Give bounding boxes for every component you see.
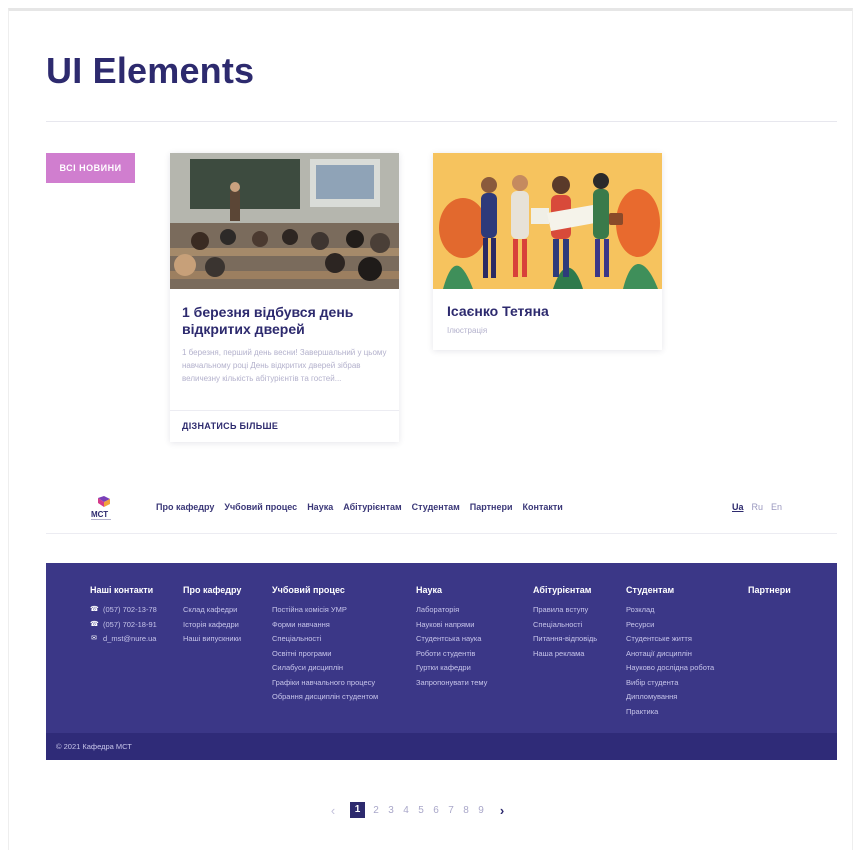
pagination-page[interactable]: 7 xyxy=(447,805,455,816)
pagination: ‹ 1 2 3 4 5 6 7 8 9 › xyxy=(329,802,506,818)
footer: Наші контакти ☎ (057) 702-13-78 ☎ (057) 70… xyxy=(46,563,837,733)
footer-heading: Учбовий процес xyxy=(272,585,345,595)
illustration-card-subtitle: Ілюстрація xyxy=(447,326,488,335)
footer-bottom-bar: © 2021 Кафедра МСТ xyxy=(46,733,837,760)
footer-col-applicants: Абітурієнтам Правила вступу Спеціальност… xyxy=(533,585,597,661)
footer-link[interactable]: Дипломування xyxy=(626,690,714,705)
footer-link[interactable]: Силабуси дисциплін xyxy=(272,661,378,676)
svg-text:МСТ: МСТ xyxy=(91,510,108,519)
footer-link[interactable]: Графіки навчального процесу xyxy=(272,676,378,691)
footer-link[interactable]: Спеціальності xyxy=(272,632,378,647)
footer-heading: Абітурієнтам xyxy=(533,585,592,595)
footer-link[interactable]: Освітні програми xyxy=(272,647,378,662)
pagination-page[interactable]: 2 xyxy=(372,805,380,816)
phone-icon: ☎ xyxy=(90,620,99,628)
read-more-link[interactable]: ДІЗНАТИСЬ БІЛЬШЕ xyxy=(182,421,278,431)
footer-link[interactable]: Наша реклама xyxy=(533,647,597,662)
news-card[interactable]: 1 березня відбувся день відкритих дверей… xyxy=(170,153,399,442)
title-divider xyxy=(46,121,837,122)
lang-ua[interactable]: Ua xyxy=(732,502,744,512)
nav-link-about[interactable]: Про кафедру xyxy=(156,502,214,512)
pagination-prev-icon[interactable]: ‹ xyxy=(329,803,337,818)
nav-link-study-process[interactable]: Учбовий процес xyxy=(224,502,297,512)
footer-link[interactable]: Студентське життя xyxy=(626,632,714,647)
footer-link[interactable]: Запропонувати тему xyxy=(416,676,487,691)
pagination-page[interactable]: 9 xyxy=(477,805,485,816)
footer-link[interactable]: Студентська наука xyxy=(416,632,487,647)
footer-link[interactable]: Спеціальності xyxy=(533,618,597,633)
footer-col-study-process: Учбовий процес Постійна комісія УМР Форм… xyxy=(272,585,378,705)
footer-link[interactable]: Практика xyxy=(626,705,714,720)
footer-heading: Про кафедру xyxy=(183,585,242,595)
nav-link-contacts[interactable]: Контакти xyxy=(523,502,563,512)
footer-col-partners: Партнери xyxy=(748,585,791,603)
pagination-page[interactable]: 6 xyxy=(432,805,440,816)
department-logo[interactable]: МСТ xyxy=(90,496,116,522)
pagination-next-icon[interactable]: › xyxy=(498,803,506,818)
footer-contact-phone[interactable]: ☎ (057) 702-18-91 xyxy=(90,618,157,633)
news-card-excerpt: 1 березня, перший день весни! Завершальн… xyxy=(182,348,387,383)
main-navigation: МСТ Про кафедру Учбовий процес Наука Абі… xyxy=(46,490,837,534)
footer-link[interactable]: Склад кафедри xyxy=(183,603,241,618)
footer-col-about: Про кафедру Склад кафедри Історія кафедр… xyxy=(183,585,241,647)
lang-en[interactable]: En xyxy=(771,502,782,512)
footer-link[interactable]: Ресурси xyxy=(626,618,714,633)
illustration-card-title[interactable]: Ісаєнко Тетяна xyxy=(433,289,662,319)
footer-link[interactable]: Форми навчання xyxy=(272,618,378,633)
footer-heading: Студентам xyxy=(626,585,675,595)
footer-link[interactable]: Роботи студентів xyxy=(416,647,487,662)
footer-link[interactable]: Гуртки кафедри xyxy=(416,661,487,676)
nav-link-science[interactable]: Наука xyxy=(307,502,333,512)
lecture-photo-image[interactable] xyxy=(170,153,399,289)
phone-icon: ☎ xyxy=(90,606,99,613)
illustration-card[interactable]: Ісаєнко Тетяна Ілюстрація xyxy=(433,153,662,350)
lang-ru[interactable]: Ru xyxy=(752,502,764,512)
pagination-page[interactable]: 8 xyxy=(462,805,470,816)
page-title: UI Elements xyxy=(46,50,255,91)
footer-link[interactable]: Науково дослідна робота xyxy=(626,661,714,676)
footer-link[interactable]: Наші випускники xyxy=(183,632,241,647)
footer-link[interactable]: Постійна комісія УМР xyxy=(272,603,378,618)
pagination-page[interactable]: 5 xyxy=(417,805,425,816)
footer-link[interactable]: Історія кафедри xyxy=(183,618,241,633)
footer-link[interactable]: Вибір студента xyxy=(626,676,714,691)
pagination-page[interactable]: 3 xyxy=(387,805,395,816)
nav-links: Про кафедру Учбовий процес Наука Абітурі… xyxy=(156,502,563,512)
footer-heading: Наука xyxy=(416,585,443,595)
people-illustration-image[interactable] xyxy=(433,153,662,289)
news-card-title[interactable]: 1 березня відбувся день відкритих дверей xyxy=(170,289,399,338)
copyright-text: © 2021 Кафедра МСТ xyxy=(56,742,132,751)
card-divider xyxy=(170,410,399,411)
lecture-photo-icon xyxy=(170,153,399,289)
footer-contacts: Наші контакти ☎ (057) 702-13-78 ☎ (057) 70… xyxy=(90,585,157,647)
people-illustration-icon xyxy=(433,153,662,289)
footer-col-students: Студентам Розклад Ресурси Студентське жи… xyxy=(626,585,714,719)
footer-col-science: Наука Лабораторія Наукові напрями Студен… xyxy=(416,585,487,690)
nav-link-students[interactable]: Студентам xyxy=(412,502,460,512)
logo-icon: МСТ xyxy=(91,496,111,520)
nav-link-partners[interactable]: Партнери xyxy=(470,502,513,512)
footer-link[interactable]: Обрання дисциплін студентом xyxy=(272,690,378,705)
footer-contact-phone[interactable]: ☎ (057) 702-13-78 xyxy=(90,603,157,618)
language-switcher: Ua Ru En xyxy=(732,502,782,512)
footer-link[interactable]: Розклад xyxy=(626,603,714,618)
footer-link[interactable]: Лабораторія xyxy=(416,603,487,618)
footer-link[interactable]: Анотації дисциплін xyxy=(626,647,714,662)
footer-link[interactable]: Питання-відповідь xyxy=(533,632,597,647)
footer-heading: Наші контакти xyxy=(90,585,154,595)
footer-link[interactable]: Правила вступу xyxy=(533,603,597,618)
pagination-page-current[interactable]: 1 xyxy=(350,802,365,818)
footer-heading[interactable]: Партнери xyxy=(748,585,791,595)
pagination-page[interactable]: 4 xyxy=(402,805,410,816)
nav-link-applicants[interactable]: Абітурієнтам xyxy=(343,502,401,512)
footer-link[interactable]: Наукові напрями xyxy=(416,618,487,633)
footer-contact-email[interactable]: ✉ d_mst@nure.ua xyxy=(90,632,157,647)
mail-icon: ✉ xyxy=(91,635,97,642)
all-news-button[interactable]: ВСІ НОВИНИ xyxy=(46,153,135,183)
